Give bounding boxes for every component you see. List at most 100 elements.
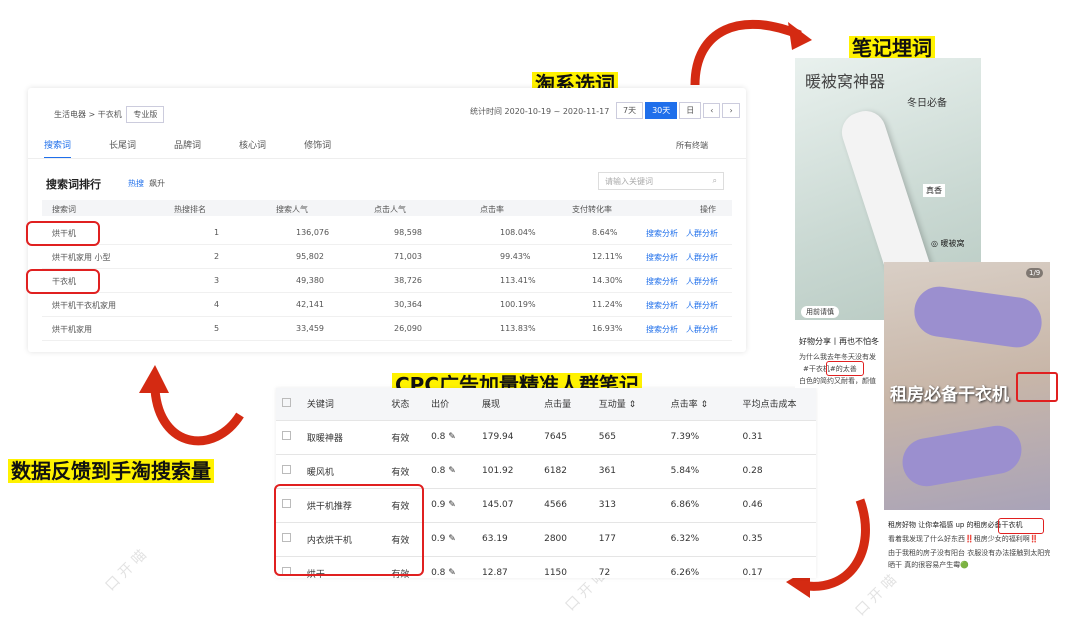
cpc-cell: 0.17 — [736, 556, 816, 578]
cpc-cell: 177 — [592, 522, 665, 557]
keyword-link[interactable]: 烘干机家用 — [52, 324, 92, 335]
cpc-cell: 101.92 — [476, 454, 539, 489]
breadcrumb[interactable]: 生活电器 > 干衣机 — [54, 110, 122, 119]
cpc-cell: 0.31 — [736, 420, 816, 455]
search-panel: 生活电器 > 干衣机 专业版 统计时间 2020-10-19 ~ 2020-11… — [28, 88, 746, 352]
col-header: 热搜排名 — [174, 205, 206, 214]
tab-brand[interactable]: 品牌词 — [174, 138, 201, 159]
edit-icon[interactable]: ✎ — [448, 534, 456, 544]
table-cell: 108.04% — [500, 228, 536, 237]
cpc-col-header: 状态 — [385, 388, 426, 421]
cpc-cell: 145.07 — [476, 488, 539, 523]
cpc-cell: 0.46 — [736, 488, 816, 523]
col-header: 搜索词 — [52, 205, 76, 214]
search-analysis-link[interactable]: 搜索分析 — [646, 301, 678, 310]
highlight-box — [26, 269, 100, 294]
search-input[interactable]: 请输入关键词 ⌕ — [598, 172, 724, 190]
cpc-col-header: 出价 — [425, 388, 476, 421]
search-icon: ⌕ — [712, 176, 717, 185]
cpc-col-header: 展现 — [476, 388, 539, 421]
row-checkbox[interactable] — [276, 454, 301, 489]
terminal-filter[interactable]: 所有终端 — [676, 140, 708, 151]
table-cell: 136,076 — [296, 228, 330, 237]
bid-cell[interactable]: 0.8 ✎ — [425, 454, 476, 489]
cpc-cell: 有效 — [385, 454, 426, 489]
crowd-analysis-link[interactable]: 人群分析 — [686, 277, 718, 286]
table-cell: 113.41% — [500, 276, 536, 285]
table-cell: 11.24% — [592, 300, 623, 309]
edit-icon[interactable]: ✎ — [448, 568, 456, 578]
table-cell: 2 — [214, 252, 220, 261]
edition-badge[interactable]: 专业版 — [126, 106, 165, 123]
bid-cell[interactable]: 0.9 ✎ — [425, 488, 476, 523]
highlight-box — [826, 361, 864, 376]
table-cell: 113.83% — [500, 324, 536, 333]
edit-icon[interactable]: ✎ — [448, 466, 456, 476]
crowd-analysis-link[interactable]: 人群分析 — [686, 229, 718, 238]
bid-cell[interactable]: 0.8 ✎ — [425, 420, 476, 455]
highlight-box — [998, 518, 1044, 534]
select-all-checkbox[interactable] — [276, 388, 301, 421]
tab-hot[interactable]: 热搜 — [128, 179, 144, 188]
crowd-analysis-link[interactable]: 人群分析 — [686, 253, 718, 262]
col-header: 点击率 — [480, 205, 504, 214]
note1-like[interactable]: 用前请慎 — [801, 306, 839, 318]
cpc-row: 暖风机 有效 0.8 ✎ 101.92 6182 361 5.84% 0.28 — [276, 454, 816, 489]
note1-tag: 冬日必备 — [907, 98, 947, 109]
row-checkbox[interactable] — [276, 420, 301, 455]
cpc-col-header: 点击率 ⇕ — [664, 388, 737, 421]
tab-modifier[interactable]: 修饰词 — [304, 138, 331, 159]
edit-icon[interactable]: ✎ — [448, 500, 456, 510]
tab-rising[interactable]: 飙升 — [149, 179, 165, 188]
cpc-cell: 7.39% — [664, 420, 737, 455]
note2-line2: 看着我发现了什么好东西‼️租房少女的福利啊‼️ — [888, 535, 1039, 543]
table-cell: 3 — [214, 276, 220, 285]
table-cell: 30,364 — [394, 300, 422, 309]
label-note: 笔记埋词 — [849, 36, 935, 60]
tab-search-words[interactable]: 搜索词 — [44, 138, 72, 159]
cpc-cell: 565 — [592, 420, 665, 455]
table-cell: 14.30% — [592, 276, 623, 285]
table-cell: 100.19% — [500, 300, 536, 309]
search-analysis-link[interactable]: 搜索分析 — [646, 253, 678, 262]
table-cell: 4 — [214, 300, 220, 309]
note2-line4: 晒干 真的很容易产生霉🟢 — [888, 561, 969, 569]
cpc-cell: 5.84% — [664, 454, 737, 489]
keyword-link[interactable]: 烘干机家用 小型 — [52, 252, 111, 263]
range-30d[interactable]: 30天 — [645, 102, 678, 119]
highlight-box — [26, 221, 100, 246]
cpc-cell: 72 — [592, 556, 665, 578]
tab-core[interactable]: 核心词 — [239, 138, 266, 159]
prev-icon[interactable]: ‹ — [703, 103, 721, 118]
note1-line3: 白色的简约又耐看，颜值 — [799, 377, 876, 385]
range-7d[interactable]: 7天 — [616, 102, 644, 119]
bid-cell[interactable]: 0.9 ✎ — [425, 522, 476, 557]
crowd-analysis-link[interactable]: 人群分析 — [686, 301, 718, 310]
note1-caption: 好物分享丨再也不怕冬 — [799, 337, 879, 346]
bid-cell[interactable]: 0.8 ✎ — [425, 556, 476, 578]
cpc-col-header: 平均点击成本 — [736, 388, 816, 421]
section-title: 搜索词排行 — [46, 178, 101, 191]
cpc-cell: 7645 — [538, 420, 593, 455]
cpc-cell: 2800 — [538, 522, 593, 557]
next-icon[interactable]: › — [722, 103, 740, 118]
table-cell: 5 — [214, 324, 220, 333]
table-cell: 71,003 — [394, 252, 422, 261]
col-header: 操作 — [700, 205, 716, 214]
table-cell: 8.64% — [592, 228, 618, 237]
keyword-link[interactable]: 烘干机干衣机家用 — [52, 300, 116, 311]
edit-icon[interactable]: ✎ — [448, 432, 456, 442]
crowd-analysis-link[interactable]: 人群分析 — [686, 325, 718, 334]
cpc-cell: 6.26% — [664, 556, 737, 578]
col-header: 支付转化率 — [572, 205, 612, 214]
cpc-keyword: 取暖神器 — [300, 420, 386, 455]
cpc-cell: 12.87 — [476, 556, 539, 578]
cpc-cell: 有效 — [385, 420, 426, 455]
tab-longtail[interactable]: 长尾词 — [109, 138, 136, 159]
search-analysis-link[interactable]: 搜索分析 — [646, 229, 678, 238]
range-day[interactable]: 日 — [679, 102, 702, 119]
search-analysis-link[interactable]: 搜索分析 — [646, 277, 678, 286]
arrow-feedback-to-tao — [139, 365, 244, 446]
search-analysis-link[interactable]: 搜索分析 — [646, 325, 678, 334]
cpc-cell: 6.86% — [664, 488, 737, 523]
